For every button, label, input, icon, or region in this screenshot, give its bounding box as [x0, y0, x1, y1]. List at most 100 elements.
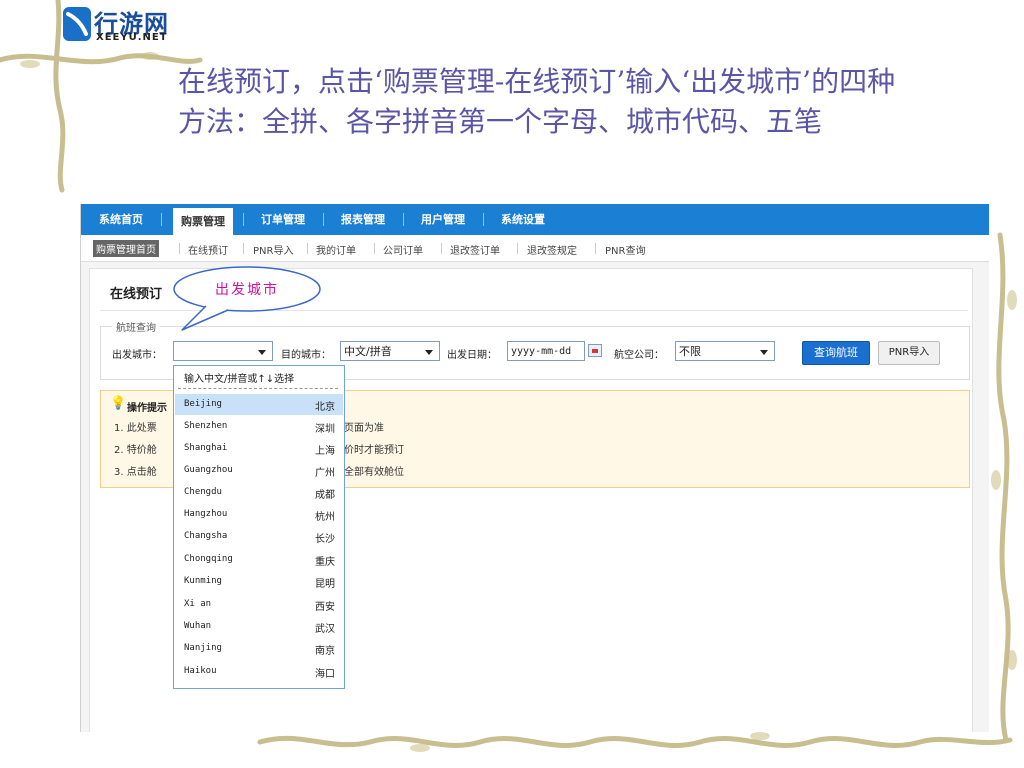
- nav-separator: [243, 213, 244, 226]
- panel-title: 在线预订: [110, 287, 163, 302]
- fieldset-legend: 航班查询: [112, 319, 160, 334]
- city-pinyin: Xi an: [184, 599, 212, 609]
- subnav-separator: [595, 243, 596, 254]
- city-pinyin: Shenzhen: [184, 421, 228, 431]
- city-option-changsha[interactable]: Changsha 长沙: [175, 526, 343, 547]
- dropdown-hint: 输入中文/拼音或↑↓选择: [184, 374, 295, 385]
- city-pinyin: Wuhan: [184, 621, 212, 631]
- subnav-separator: [374, 243, 375, 254]
- nav-item-home[interactable]: 系统首页: [93, 204, 149, 235]
- city-option-wuhan[interactable]: Wuhan 武汉: [175, 616, 343, 637]
- city-option-beijing[interactable]: Beijing 北京: [175, 394, 343, 415]
- subnav-item-my-orders[interactable]: 我的订单: [316, 242, 356, 257]
- city-option-hangzhou[interactable]: Hangzhou 杭州: [175, 504, 343, 525]
- airline-select[interactable]: 不限: [675, 341, 775, 361]
- dropdown-divider: [178, 388, 338, 389]
- lightbulb-icon: 💡: [110, 396, 127, 411]
- nav-separator: [483, 213, 484, 226]
- logo-arrow-icon: [63, 7, 91, 41]
- city-chinese: 深圳: [315, 424, 335, 435]
- city-pinyin: Beijing: [184, 399, 222, 409]
- nav-separator: [161, 213, 162, 226]
- city-pinyin: Changsha: [184, 531, 228, 541]
- city-chinese: 昆明: [315, 579, 335, 590]
- subnav-separator: [441, 243, 442, 254]
- city-chinese: 西安: [315, 602, 335, 613]
- city-option-chongqing[interactable]: Chongqing 重庆: [175, 549, 343, 570]
- city-chinese: 杭州: [315, 512, 335, 523]
- city-option-guangzhou[interactable]: Guangzhou 广州: [175, 460, 343, 481]
- to-city-label: 目的城市：: [281, 350, 331, 361]
- logo-english-text: XEEYU.NET: [96, 32, 168, 43]
- sub-nav: 购票管理首页 在线预订 PNR导入 我的订单 公司订单 退改签订单 退改签规定 …: [81, 235, 989, 262]
- city-chinese: 长沙: [315, 534, 335, 545]
- city-pinyin: Chongqing: [184, 554, 233, 564]
- pnr-import-button[interactable]: PNR导入: [878, 341, 940, 365]
- panel-divider: [100, 310, 968, 311]
- departure-date-value: yyyy-mm-dd: [511, 346, 572, 357]
- subnav-item-change-rules[interactable]: 退改签规定: [527, 242, 577, 257]
- subnav-separator: [307, 243, 308, 254]
- airline-label: 航空公司：: [614, 350, 664, 361]
- tips-title: 操作提示: [127, 403, 167, 414]
- to-city-value: 中文/拼音: [344, 345, 392, 358]
- subnav-separator: [179, 243, 180, 254]
- to-city-select[interactable]: 中文/拼音: [340, 341, 440, 361]
- subnav-item-pnr-query[interactable]: PNR查询: [605, 242, 645, 257]
- subnav-separator: [517, 243, 518, 254]
- city-option-haikou[interactable]: Haikou 海口: [175, 661, 343, 682]
- city-chinese: 上海: [315, 446, 335, 457]
- from-city-dropdown: 输入中文/拼音或↑↓选择 Beijing 北京 Shenzhen 深圳 Shangh…: [173, 365, 345, 689]
- subnav-item-company-orders[interactable]: 公司订单: [383, 242, 423, 257]
- from-city-label: 出发城市：: [112, 350, 162, 361]
- slide-heading: 在线预订，点击‘购票管理-在线预订’输入‘出发城市’的四种方法：全拼、各字拼音第…: [178, 65, 896, 138]
- city-option-kunming[interactable]: Kunming 昆明: [175, 571, 343, 592]
- tip-item-3: 3. 点击舱: [114, 467, 157, 478]
- city-pinyin: Chengdu: [184, 487, 222, 497]
- subnav-item-change-orders[interactable]: 退改签订单: [450, 242, 500, 257]
- city-pinyin: Haikou: [184, 666, 217, 676]
- chevron-down-icon: [258, 350, 266, 355]
- subnav-item-ticketing-home[interactable]: 购票管理首页: [93, 240, 159, 257]
- nav-item-orders[interactable]: 订单管理: [253, 204, 313, 235]
- nav-item-users[interactable]: 用户管理: [413, 204, 473, 235]
- chevron-down-icon: [425, 350, 433, 355]
- city-option-shanghai[interactable]: Shanghai 上海: [175, 438, 343, 459]
- departure-date-label: 出发日期：: [447, 350, 497, 361]
- city-chinese: 重庆: [315, 557, 335, 568]
- subnav-separator: [243, 243, 244, 254]
- top-nav: 系统首页 购票管理 订单管理 报表管理 用户管理 系统设置: [81, 204, 989, 235]
- nav-item-ticketing[interactable]: 购票管理: [173, 208, 233, 235]
- nav-item-settings[interactable]: 系统设置: [493, 204, 553, 235]
- tip-item-1: 1. 此处票: [114, 423, 157, 434]
- city-option-chengdu[interactable]: Chengdu 成都: [175, 482, 343, 503]
- subnav-item-online-booking[interactable]: 在线预订: [188, 242, 228, 257]
- site-logo: 行游网 XEEYU.NET: [62, 2, 180, 46]
- nav-separator: [323, 213, 324, 226]
- city-pinyin: Kunming: [184, 576, 222, 586]
- nav-item-reports[interactable]: 报表管理: [333, 204, 393, 235]
- city-pinyin: Nanjing: [184, 643, 222, 653]
- city-pinyin: Shanghai: [184, 443, 228, 453]
- city-chinese: 南京: [315, 646, 335, 657]
- city-pinyin: Hangzhou: [184, 509, 228, 519]
- city-chinese: 武汉: [315, 624, 335, 635]
- city-chinese: 成都: [315, 490, 335, 501]
- from-city-select[interactable]: [173, 341, 273, 361]
- search-flights-button[interactable]: 查询航班: [802, 341, 870, 365]
- departure-date-input[interactable]: yyyy-mm-dd: [507, 341, 585, 361]
- nav-separator: [403, 213, 404, 226]
- airline-value: 不限: [679, 345, 701, 358]
- tip-item-2-tail: 价时才能预订: [344, 445, 404, 456]
- city-pinyin: Guangzhou: [184, 465, 233, 475]
- city-option-shenzhen[interactable]: Shenzhen 深圳: [175, 416, 343, 437]
- tip-item-1-tail: 页面为准: [344, 423, 384, 434]
- city-chinese: 广州: [315, 468, 335, 479]
- city-option-nanjing[interactable]: Nanjing 南京: [175, 638, 343, 659]
- calendar-icon[interactable]: [588, 344, 602, 357]
- tip-item-2: 2. 特价舱: [114, 445, 157, 456]
- subnav-item-pnr-import[interactable]: PNR导入: [253, 242, 293, 257]
- callout-text: 出发城市: [215, 282, 279, 298]
- city-chinese: 北京: [315, 402, 335, 413]
- city-option-xian[interactable]: Xi an 西安: [175, 594, 343, 615]
